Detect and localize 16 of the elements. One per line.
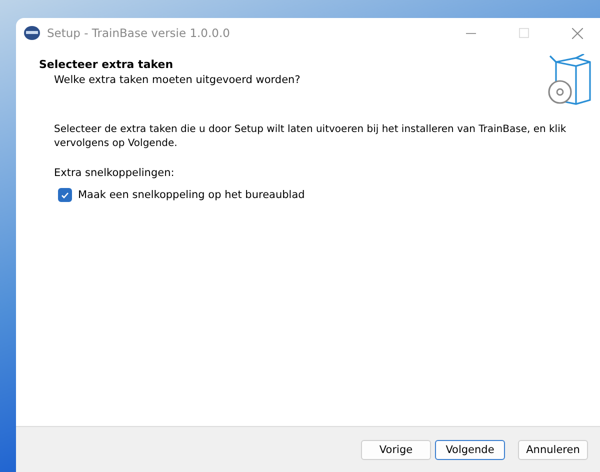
checkbox-label: Maak een snelkoppeling op het bureaublad [78, 189, 305, 201]
page-title: Selecteer extra taken [39, 58, 174, 71]
maximize-icon [519, 28, 529, 38]
minimize-icon [466, 32, 476, 34]
dialog-button[interactable]: Vorige [361, 440, 431, 460]
box-with-disc-icon [546, 54, 592, 106]
description-text: Selecteer de extra taken die u door Setup wilt laten uitvoeren bij het installeren van TrainBase, en klik vervolgens op Volgende. [54, 123, 568, 151]
checkmark-icon [61, 192, 69, 198]
group-label: Extra snelkoppelingen: [54, 167, 176, 179]
dialog-button[interactable]: Annuleren [518, 440, 588, 460]
checkbox[interactable] [58, 188, 72, 202]
app-icon [24, 26, 40, 40]
window-title: Setup - TrainBase versie 1.0.0.0 [47, 26, 231, 40]
close-icon [572, 28, 582, 38]
page-subtitle: Welke extra taken moeten uitgevoerd worden? [53, 74, 302, 86]
dialog-button[interactable]: Volgende [435, 440, 505, 460]
